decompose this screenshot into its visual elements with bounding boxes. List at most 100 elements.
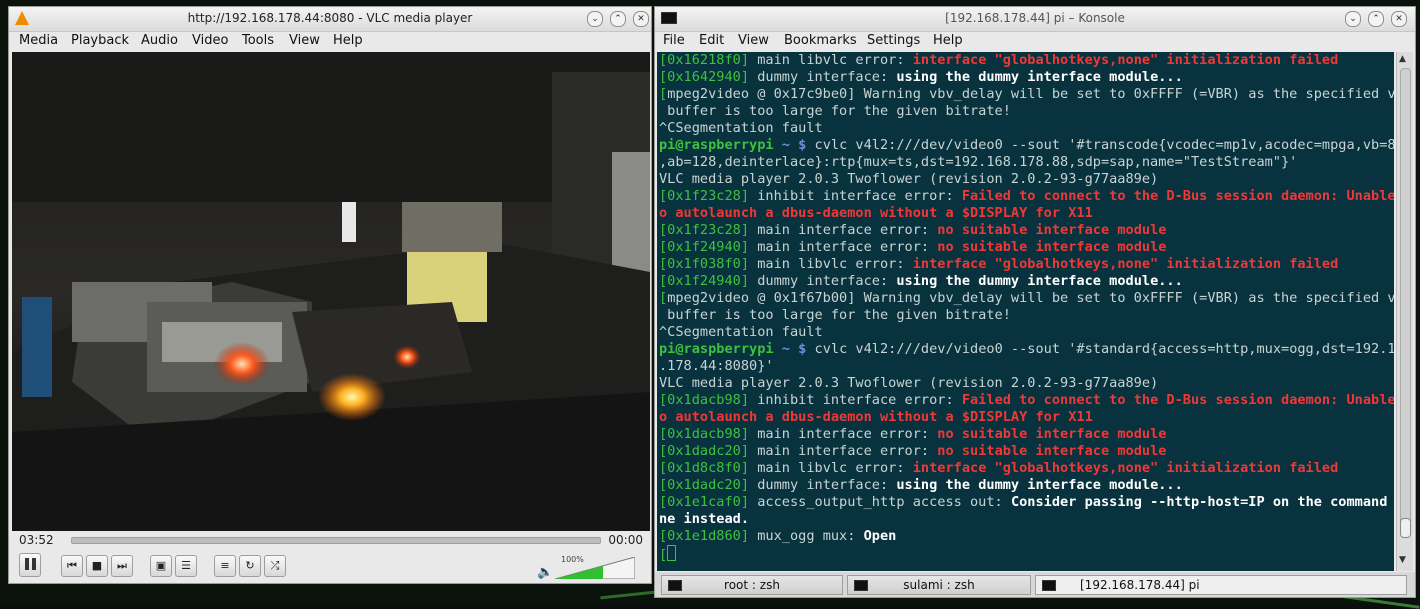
time-elapsed: 03:52 bbox=[19, 533, 54, 547]
terminal-line: [0x1dadc20] main interface error: no sui… bbox=[657, 443, 1394, 460]
seek-slider[interactable] bbox=[71, 537, 601, 544]
menu-video[interactable]: Video bbox=[192, 33, 228, 48]
terminal-text: [0x1e1caf0] bbox=[659, 494, 750, 510]
terminal-line: [mpeg2video @ 0x17c9be0] Warning vbv_del… bbox=[657, 86, 1394, 103]
terminal-text: Failed to connect to the D-Bus session d… bbox=[961, 188, 1394, 204]
menu-edit[interactable]: Edit bbox=[699, 33, 724, 48]
terminal-text: inhibit interface error: bbox=[749, 392, 962, 408]
terminal-text: interface "globalhotkeys,none" initializ… bbox=[912, 52, 1339, 68]
terminal-text: using the dummy interface module... bbox=[896, 273, 1183, 289]
terminal-line: [0x1e1caf0] access_output_http access ou… bbox=[657, 494, 1394, 511]
terminal-line: ^CSegmentation fault bbox=[657, 324, 1394, 341]
terminal-line: buffer is too large for the given bitrat… bbox=[657, 307, 1394, 324]
terminal-line: [0x1f038f0] main libvlc error: interface… bbox=[657, 256, 1394, 273]
menu-playback[interactable]: Playback bbox=[71, 33, 129, 48]
terminal-text: [ bbox=[659, 547, 668, 563]
menu-view[interactable]: View bbox=[289, 33, 320, 48]
terminal-text: main libvlc error: bbox=[749, 52, 913, 68]
shuffle-button[interactable]: ⤮ bbox=[264, 555, 286, 577]
terminal-text: Consider passing --http-host=IP on the c… bbox=[1010, 494, 1394, 510]
terminal-text: .178.44:8080}' bbox=[659, 358, 774, 374]
close-button[interactable]: ✕ bbox=[633, 11, 649, 27]
speaker-icon[interactable]: 🔈 bbox=[537, 565, 553, 580]
menu-view[interactable]: View bbox=[738, 33, 769, 48]
next-icon: ⏭ bbox=[117, 559, 127, 572]
vlc-titlebar[interactable]: http://192.168.178.44:8080 - VLC media p… bbox=[9, 7, 651, 32]
terminal-text: VLC media player 2.0.3 Twoflower (revisi… bbox=[659, 375, 1159, 391]
scroll-down-arrow[interactable]: ▼ bbox=[1399, 555, 1406, 565]
tab-root-zsh[interactable]: root : zsh bbox=[661, 575, 843, 595]
terminal-text: [0x1f23c28] bbox=[659, 222, 750, 238]
playlist-button[interactable]: ≡ bbox=[214, 555, 236, 577]
menu-help[interactable]: Help bbox=[333, 33, 363, 48]
terminal-line: pi@raspberrypi ~ $ cvlc v4l2:///dev/vide… bbox=[657, 341, 1394, 358]
terminal-text: buffer is too large for the given bitrat… bbox=[659, 307, 1011, 323]
terminal-text: [0x1f24940] bbox=[659, 273, 750, 289]
fullscreen-icon: ▣ bbox=[155, 559, 167, 572]
menu-audio[interactable]: Audio bbox=[141, 33, 178, 48]
maximize-button[interactable]: ⌃ bbox=[1368, 11, 1384, 27]
terminal-output[interactable]: [0x16218f0] main libvlc error: interface… bbox=[657, 52, 1394, 571]
scrollbar-track[interactable] bbox=[1400, 68, 1411, 526]
terminal-text: interface "globalhotkeys,none" initializ… bbox=[912, 460, 1339, 476]
terminal-scrollbar[interactable]: ▲ ▼ bbox=[1396, 52, 1413, 571]
terminal-line: [0x1e1d860] mux_ogg mux: Open bbox=[657, 528, 1394, 545]
next-button[interactable]: ⏭ bbox=[111, 555, 133, 577]
tab-label: [192.168.178.44] pi bbox=[1080, 578, 1200, 592]
equalizer-icon: ☰ bbox=[181, 559, 191, 572]
tab-pi[interactable]: [192.168.178.44] pi bbox=[1035, 575, 1407, 595]
konsole-titlebar[interactable]: [192.168.178.44] pi – Konsole ⌄ ⌃ ✕ bbox=[655, 7, 1415, 32]
previous-button[interactable]: ⏮ bbox=[61, 555, 83, 577]
minimize-button[interactable]: ⌄ bbox=[587, 11, 603, 27]
pause-icon bbox=[24, 558, 29, 570]
video-frame[interactable] bbox=[12, 52, 650, 531]
fullscreen-button[interactable]: ▣ bbox=[150, 555, 172, 577]
stop-button[interactable]: ■ bbox=[86, 555, 108, 577]
terminal-text: no suitable interface module bbox=[937, 222, 1167, 238]
terminal-line: [0x1dadc20] dummy interface: using the d… bbox=[657, 477, 1394, 494]
terminal-line: [0x1f24940] dummy interface: using the d… bbox=[657, 273, 1394, 290]
terminal-line: VLC media player 2.0.3 Twoflower (revisi… bbox=[657, 171, 1394, 188]
volume-slider[interactable] bbox=[555, 557, 635, 579]
terminal-text: ne instead. bbox=[659, 511, 750, 527]
extended-settings-button[interactable]: ☰ bbox=[175, 555, 197, 577]
terminal-line: [0x1f23c28] inhibit interface error: Fai… bbox=[657, 188, 1394, 205]
video-image bbox=[12, 52, 650, 531]
terminal-line: [ bbox=[657, 545, 1394, 564]
terminal-text: main libvlc error: bbox=[749, 256, 913, 272]
maximize-button[interactable]: ⌃ bbox=[610, 11, 626, 27]
terminal-text: o autolaunch a dbus-daemon without a $DI… bbox=[659, 205, 1093, 221]
menu-tools[interactable]: Tools bbox=[242, 33, 274, 48]
terminal-text: inhibit interface error: bbox=[749, 188, 962, 204]
menu-file[interactable]: File bbox=[663, 33, 685, 48]
terminal-text: [0x1f23c28] bbox=[659, 188, 750, 204]
time-total: 00:00 bbox=[608, 533, 643, 547]
menu-help[interactable]: Help bbox=[933, 33, 963, 48]
terminal-text: cvlc v4l2:///dev/video0 --sout '#transco… bbox=[806, 137, 1395, 153]
terminal-text: VLC media player 2.0.3 Twoflower (revisi… bbox=[659, 171, 1159, 187]
terminal-line: [0x1642940] dummy interface: using the d… bbox=[657, 69, 1394, 86]
playlist-icon: ≡ bbox=[220, 559, 230, 572]
scroll-up-arrow[interactable]: ▲ bbox=[1399, 54, 1406, 64]
loop-button[interactable]: ↻ bbox=[239, 555, 261, 577]
vlc-menubar: Media Playback Audio Video Tools View He… bbox=[9, 31, 651, 51]
terminal-text: no suitable interface module bbox=[937, 443, 1167, 459]
terminal-text: pi@raspberrypi bbox=[659, 341, 774, 357]
terminal-text: main libvlc error: bbox=[749, 460, 913, 476]
terminal-text: [0x1f038f0] bbox=[659, 256, 750, 272]
close-button[interactable]: ✕ bbox=[1391, 11, 1407, 27]
terminal-text: [ bbox=[659, 86, 668, 102]
vlc-window-title: http://192.168.178.44:8080 - VLC media p… bbox=[187, 11, 473, 25]
scrollbar-thumb[interactable] bbox=[1400, 518, 1411, 538]
tab-sulami-zsh[interactable]: sulami : zsh bbox=[847, 575, 1031, 595]
menu-media[interactable]: Media bbox=[19, 33, 58, 48]
terminal-text: using the dummy interface module... bbox=[896, 69, 1183, 85]
pause-button[interactable] bbox=[19, 553, 41, 577]
minimize-button[interactable]: ⌄ bbox=[1345, 11, 1361, 27]
menu-bookmarks[interactable]: Bookmarks bbox=[784, 33, 857, 48]
terminal-text: main interface error: bbox=[749, 426, 938, 442]
terminal-text: dummy interface: bbox=[749, 273, 897, 289]
terminal-line: [0x1f24940] main interface error: no sui… bbox=[657, 239, 1394, 256]
menu-settings[interactable]: Settings bbox=[867, 33, 920, 48]
terminal-text: ^CSegmentation fault bbox=[659, 120, 823, 136]
